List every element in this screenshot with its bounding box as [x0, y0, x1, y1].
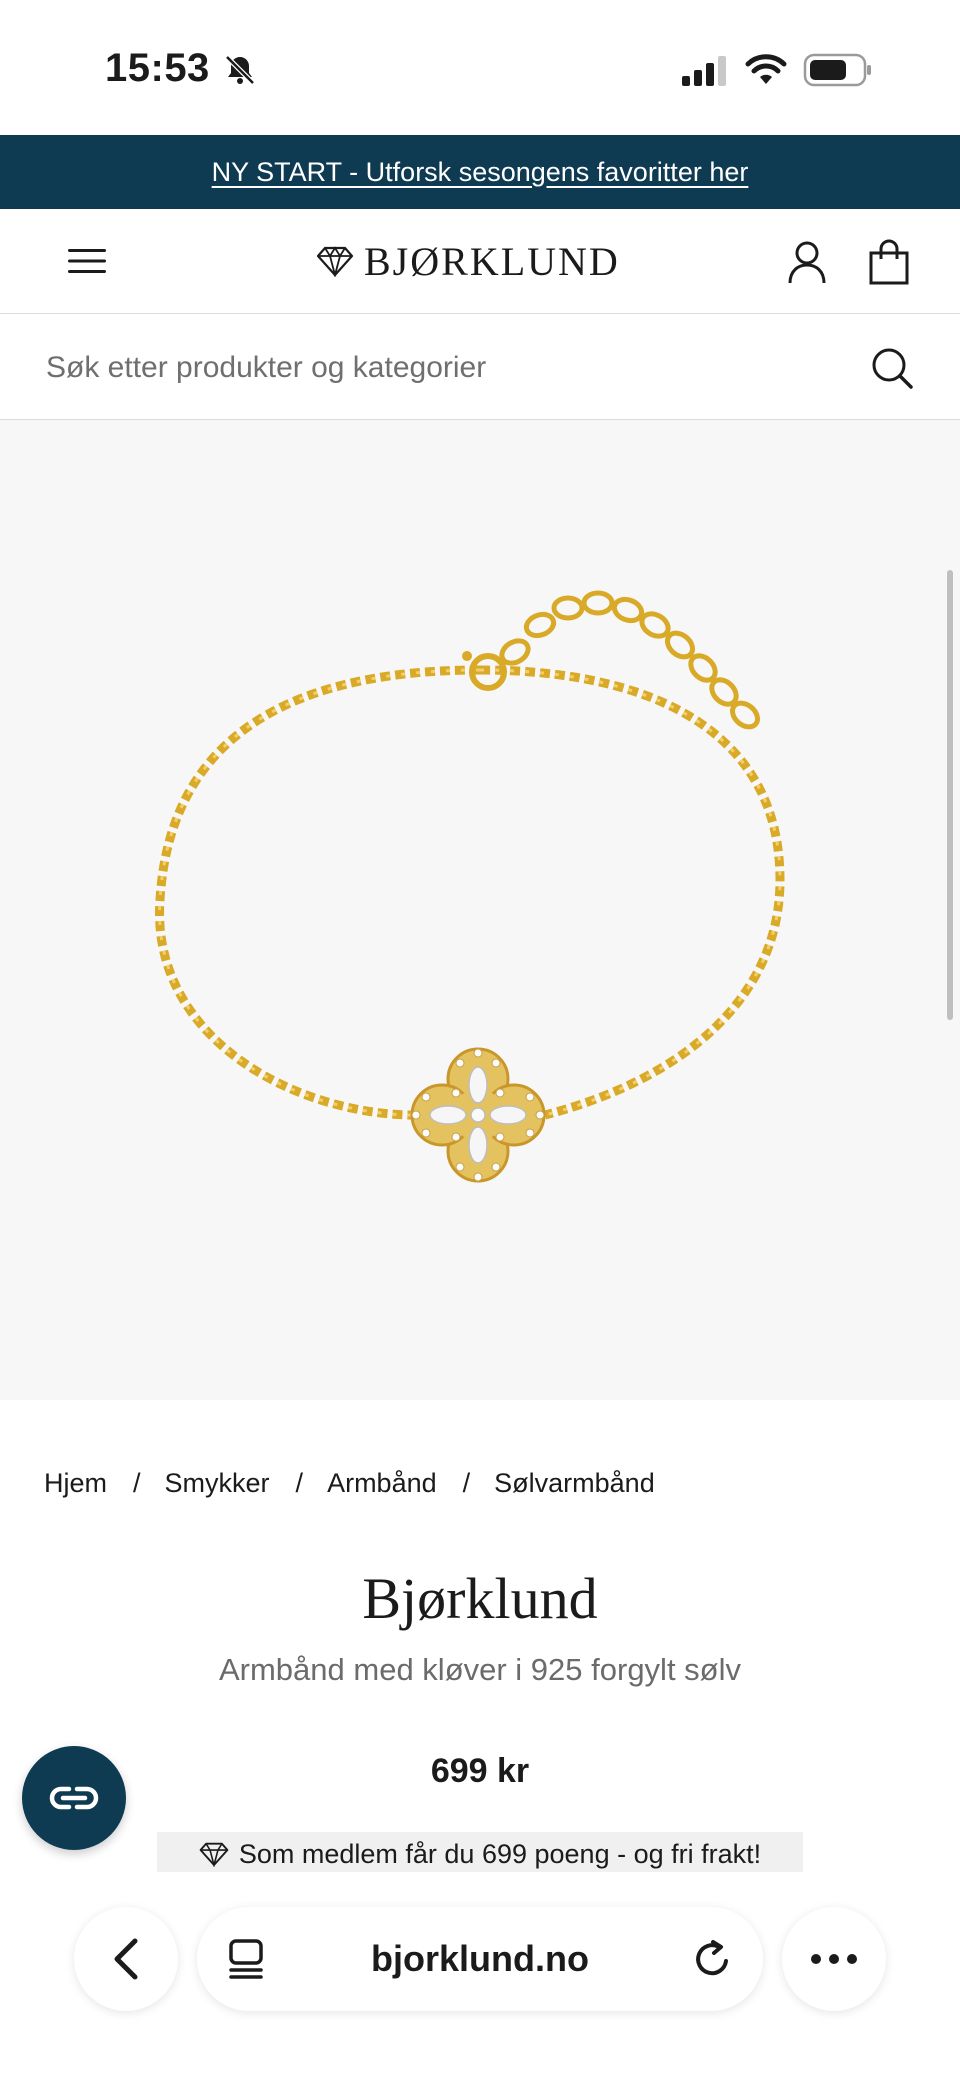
product-title: Armbånd med kløver i 925 forgylt sølv — [218, 1652, 741, 1687]
diamond-icon — [199, 1842, 229, 1867]
scrollbar[interactable] — [947, 570, 953, 1020]
status-time: 15:53 — [105, 46, 210, 90]
chat-button[interactable] — [22, 1746, 126, 1850]
breadcrumb-smykker[interactable]: Smykker — [165, 1468, 270, 1499]
reload-icon[interactable] — [693, 1939, 733, 1979]
breadcrumb-separator: / — [133, 1468, 141, 1498]
logo-text: BJØRKLUND — [364, 238, 620, 284]
site-header: BJØRKLUND — [0, 209, 960, 314]
back-icon — [114, 1938, 138, 1980]
browser-toolbar: bjorklund.no — [0, 1872, 960, 2086]
search-icon[interactable] — [870, 346, 914, 390]
chat-icon — [49, 1786, 99, 1810]
address-bar[interactable]: bjorklund.no — [197, 1907, 763, 2011]
user-icon[interactable] — [786, 239, 828, 285]
wifi-icon — [745, 54, 787, 84]
more-icon — [811, 1954, 857, 1964]
member-benefit-note: Som medlem får du 699 poeng - og fri fra… — [157, 1832, 803, 1876]
bell-slash-icon — [225, 55, 255, 85]
promo-link[interactable]: NY START - Utforsk sesongens favoritter … — [212, 157, 749, 188]
bracelet-image — [155, 590, 785, 1183]
battery-icon — [803, 53, 871, 87]
search-input[interactable] — [44, 342, 848, 394]
promo-banner: NY START - Utforsk sesongens favoritter … — [0, 135, 960, 209]
url-text: bjorklund.no — [371, 1938, 589, 1979]
breadcrumb-separator: / — [295, 1468, 304, 1498]
breadcrumb-armband[interactable]: Armbånd — [327, 1468, 437, 1499]
back-button[interactable] — [74, 1907, 178, 2011]
breadcrumb: Hjem / Smykker / Armbånd / Sølvarmbånd — [44, 1468, 655, 1499]
site-logo[interactable]: BJØRKLUND — [316, 235, 620, 287]
diamond-logo-icon — [316, 246, 354, 277]
member-note-text: Som medlem får du 699 poeng - og fri fra… — [238, 1838, 762, 1869]
product-brand[interactable]: Bjørklund — [0, 1565, 960, 1632]
product-price: 699 kr — [430, 1752, 530, 1790]
menu-icon[interactable] — [66, 245, 108, 277]
signal-icon — [682, 56, 726, 86]
product-image[interactable] — [0, 420, 960, 1400]
breadcrumb-solvarmband[interactable]: Sølvarmbånd — [494, 1468, 655, 1499]
more-button[interactable] — [782, 1907, 886, 2011]
status-bar: 15:53 — [0, 0, 960, 135]
breadcrumb-separator: / — [462, 1468, 471, 1498]
shopping-bag-icon[interactable] — [868, 239, 910, 285]
breadcrumb-home[interactable]: Hjem — [44, 1468, 107, 1499]
search-bar — [0, 314, 960, 420]
